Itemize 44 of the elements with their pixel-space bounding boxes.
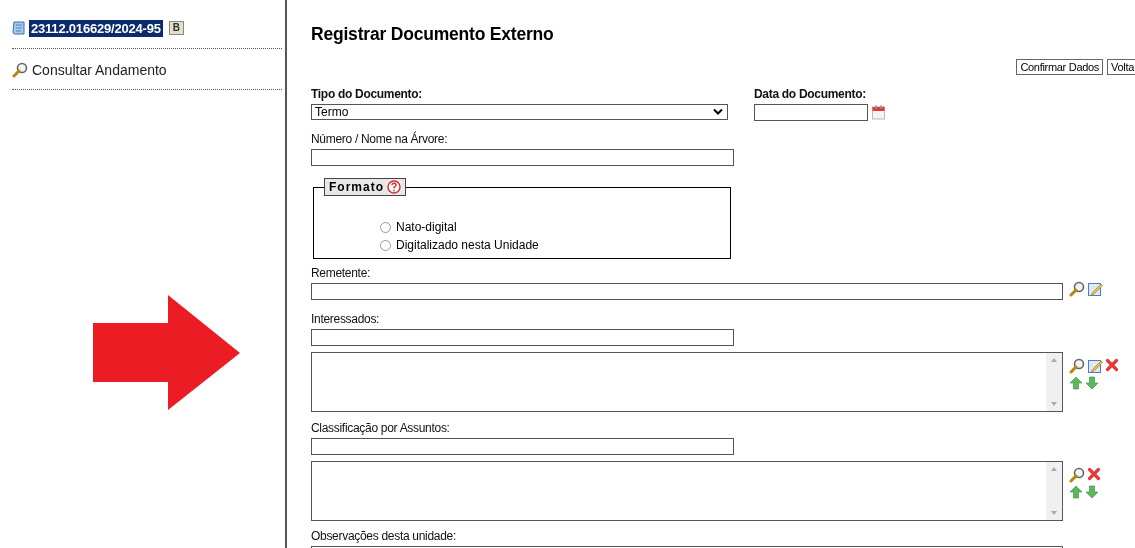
document-type-select[interactable]: Termo bbox=[311, 104, 728, 120]
scrollbar[interactable] bbox=[1046, 353, 1062, 411]
dropdown-chevron-icon bbox=[713, 108, 723, 116]
field-label: Número / Nome na Árvore: bbox=[311, 132, 449, 146]
document-icon[interactable] bbox=[12, 20, 26, 36]
search-icon[interactable] bbox=[1069, 467, 1085, 483]
sender-input-field[interactable] bbox=[311, 283, 1063, 300]
field-label: Remetente: bbox=[311, 266, 372, 280]
remove-icon[interactable] bbox=[1087, 467, 1101, 481]
calendar-icon[interactable] bbox=[872, 105, 885, 120]
action-button[interactable]: Volta bbox=[1107, 59, 1135, 75]
list-box[interactable] bbox=[311, 461, 1063, 521]
radio-button[interactable] bbox=[380, 239, 391, 251]
move-down-icon[interactable] bbox=[1085, 376, 1099, 390]
radio-label: Digitalizado nesta Unidade bbox=[396, 238, 539, 252]
help-icon[interactable] bbox=[387, 180, 401, 194]
list-box[interactable] bbox=[311, 352, 1063, 412]
date-input-field[interactable] bbox=[754, 104, 868, 121]
sidebar-link[interactable]: Consultar Andamento bbox=[32, 62, 167, 78]
process-badge[interactable]: B bbox=[168, 21, 184, 35]
action-button[interactable]: Confirmar Dados bbox=[1016, 59, 1104, 75]
field-label: Interessados: bbox=[311, 312, 381, 326]
move-down-icon[interactable] bbox=[1085, 485, 1099, 499]
field-label: Data do Documento: bbox=[754, 87, 867, 101]
edit-icon[interactable] bbox=[1087, 281, 1103, 297]
page-title: Registrar Documento Externo bbox=[311, 24, 555, 45]
move-up-icon[interactable] bbox=[1069, 485, 1083, 499]
process-number[interactable]: 23112.016629/2024-95 bbox=[29, 19, 163, 37]
search-icon[interactable] bbox=[12, 62, 28, 78]
radio-label: Nato-digital bbox=[396, 220, 457, 234]
text-input-field[interactable] bbox=[311, 329, 734, 346]
text-input-field[interactable] bbox=[311, 149, 734, 166]
field-label: Classificação por Assuntos: bbox=[311, 421, 451, 435]
remove-icon[interactable] bbox=[1105, 358, 1119, 372]
search-icon[interactable] bbox=[1069, 358, 1085, 374]
field-label: Tipo do Documento: bbox=[311, 87, 424, 101]
search-icon[interactable] bbox=[1069, 281, 1085, 297]
edit-icon[interactable] bbox=[1087, 358, 1103, 374]
field-label: Observações desta unidade: bbox=[311, 529, 457, 543]
legend-text: Formato bbox=[329, 180, 384, 194]
text-input-field[interactable] bbox=[311, 438, 734, 455]
scrollbar[interactable] bbox=[1046, 462, 1062, 520]
radio-button[interactable] bbox=[380, 221, 391, 233]
move-up-icon[interactable] bbox=[1069, 376, 1083, 390]
